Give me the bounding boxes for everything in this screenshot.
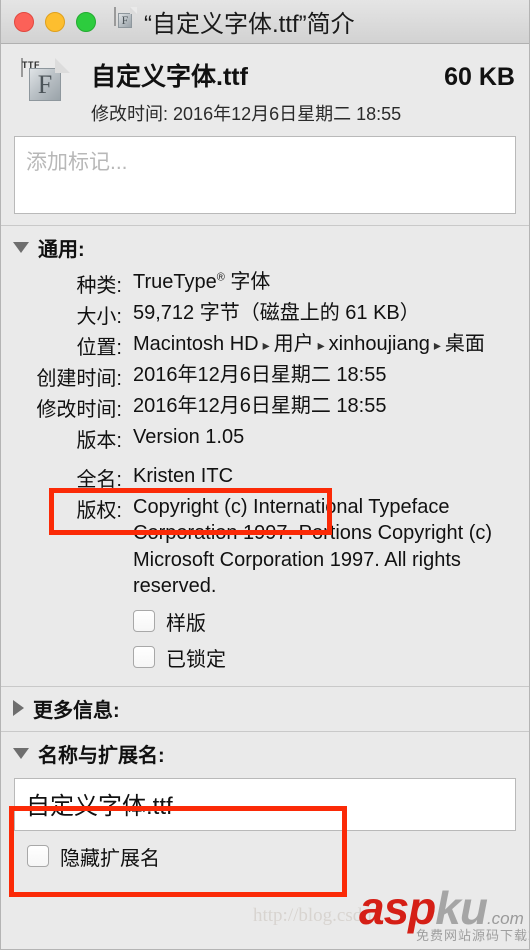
locked-row[interactable]: 已锁定 xyxy=(15,643,515,672)
kind-value-text: TrueType xyxy=(133,271,217,293)
modified-label: 修改时间: xyxy=(36,399,122,421)
ttf-document-icon: F xyxy=(114,6,137,36)
created-label: 创建时间: xyxy=(36,368,122,390)
window-titlebar: F “自定义字体.ttf”简介 xyxy=(1,0,529,44)
tags-section: 添加标记... xyxy=(1,136,529,214)
file-icon-column: F TTF xyxy=(21,57,70,121)
file-modified-line: 修改时间: 2016年12月6日星期二 18:55 xyxy=(91,100,515,126)
more-info-section-header[interactable]: 更多信息: xyxy=(1,687,529,726)
path-segment-2[interactable]: 用户 xyxy=(274,333,314,355)
stationery-pad-checkbox[interactable] xyxy=(133,610,155,633)
name-field-wrapper: 自定义字体.ttf xyxy=(1,771,529,831)
property-row-size: 大小: 59,712 字节（磁盘上的 61 KB） xyxy=(15,300,515,329)
file-info-window: F “自定义字体.ttf”简介 F TTF 自定义字体.ttf 60 KB xyxy=(0,0,530,950)
more-info-section-title: 更多信息: xyxy=(33,699,120,722)
name-extension-section-title: 名称与扩展名: xyxy=(38,744,165,767)
kind-label: 种类: xyxy=(76,275,122,297)
close-button[interactable] xyxy=(14,11,34,32)
general-properties: 种类: TrueType® 字体 大小: 59,712 字节（磁盘上的 61 K… xyxy=(1,265,529,672)
hide-extension-row[interactable]: 隐藏扩展名 xyxy=(1,831,529,871)
general-section-title: 通用: xyxy=(38,239,85,261)
general-section-header[interactable]: 通用: xyxy=(1,226,529,265)
file-modified-value: 2016年12月6日星期二 18:55 xyxy=(173,104,402,124)
disclosure-triangle-open-icon[interactable] xyxy=(13,747,29,759)
property-row-kind: 种类: TrueType® 字体 xyxy=(15,269,515,298)
property-row-fullname: 全名: Kristen ITC xyxy=(15,463,515,492)
kind-value-suffix: 字体 xyxy=(224,271,271,293)
disclosure-triangle-closed-icon[interactable] xyxy=(13,700,24,717)
name-extension-section-header[interactable]: 名称与扩展名: xyxy=(1,732,529,771)
file-name-heading: 自定义字体.ttf xyxy=(91,63,248,91)
path-separator-icon: ▸ xyxy=(317,337,325,353)
file-header: F TTF 自定义字体.ttf 60 KB 修改时间: 2016年12月6日星期… xyxy=(1,44,529,136)
traffic-light-group xyxy=(14,11,96,32)
window-title-group: F “自定义字体.ttf”简介 xyxy=(114,4,355,39)
locked-checkbox[interactable] xyxy=(133,646,155,669)
disclosure-triangle-open-icon[interactable] xyxy=(13,242,29,253)
property-row-modified: 修改时间: 2016年12月6日星期二 18:55 xyxy=(15,393,515,422)
path-segment-1[interactable]: Macintosh HD xyxy=(133,333,259,355)
path-segment-3[interactable]: xinhoujiang xyxy=(329,333,430,355)
property-row-version: 版本: Version 1.05 xyxy=(15,424,515,453)
location-label: 位置: xyxy=(76,337,122,359)
property-row-location: 位置: Macintosh HD ▸ 用户 ▸ xinhoujiang ▸ 桌面 xyxy=(15,331,515,360)
kind-value: TrueType® 字体 xyxy=(133,269,515,295)
path-separator-icon: ▸ xyxy=(433,337,441,353)
watermark-subtitle: 免费网站源码下载站 xyxy=(416,928,530,943)
tags-input[interactable]: 添加标记... xyxy=(14,136,516,214)
watermark-url: http://blog.csdn. xyxy=(253,905,377,926)
file-name-input-value: 自定义字体.ttf xyxy=(26,792,173,820)
hide-extension-label: 隐藏扩展名 xyxy=(60,847,160,870)
file-name-input[interactable]: 自定义字体.ttf xyxy=(14,777,516,831)
copyright-value: Copyright (c) International Typeface Cor… xyxy=(133,496,493,598)
locked-label: 已锁定 xyxy=(166,648,226,671)
stationery-pad-row[interactable]: 样版 xyxy=(15,607,515,636)
path-separator-icon: ▸ xyxy=(262,337,270,353)
size-value: 59,712 字节（磁盘上的 61 KB） xyxy=(133,302,420,324)
fullname-value: Kristen ITC xyxy=(133,465,234,487)
version-value: Version 1.05 xyxy=(133,426,245,448)
fullname-label: 全名: xyxy=(76,469,122,491)
file-modified-label: 修改时间: xyxy=(91,104,169,124)
hide-extension-checkbox[interactable] xyxy=(27,845,49,868)
window-title: “自定义字体.ttf”简介 xyxy=(144,11,355,38)
copyright-label: 版权: xyxy=(76,500,122,522)
ttf-document-icon-large[interactable]: F TTF xyxy=(21,58,70,121)
created-value: 2016年12月6日星期二 18:55 xyxy=(133,364,387,386)
file-header-info: 自定义字体.ttf 60 KB 修改时间: 2016年12月6日星期二 18:5… xyxy=(91,57,515,126)
size-label: 大小: xyxy=(76,306,122,328)
path-segment-4[interactable]: 桌面 xyxy=(445,333,485,355)
location-value[interactable]: Macintosh HD ▸ 用户 ▸ xinhoujiang ▸ 桌面 xyxy=(133,331,515,357)
version-label: 版本: xyxy=(76,430,122,452)
maximize-button[interactable] xyxy=(76,11,96,32)
minimize-button[interactable] xyxy=(45,11,65,32)
property-row-copyright: 版权: Copyright (c) International Typeface… xyxy=(15,494,515,600)
tags-placeholder: 添加标记... xyxy=(26,151,128,174)
stationery-pad-label: 样版 xyxy=(166,612,206,635)
property-row-created: 创建时间: 2016年12月6日星期二 18:55 xyxy=(15,362,515,391)
modified-value: 2016年12月6日星期二 18:55 xyxy=(133,395,387,417)
file-size-value: 60 KB xyxy=(444,63,515,91)
registered-mark-icon: ® xyxy=(216,271,225,284)
